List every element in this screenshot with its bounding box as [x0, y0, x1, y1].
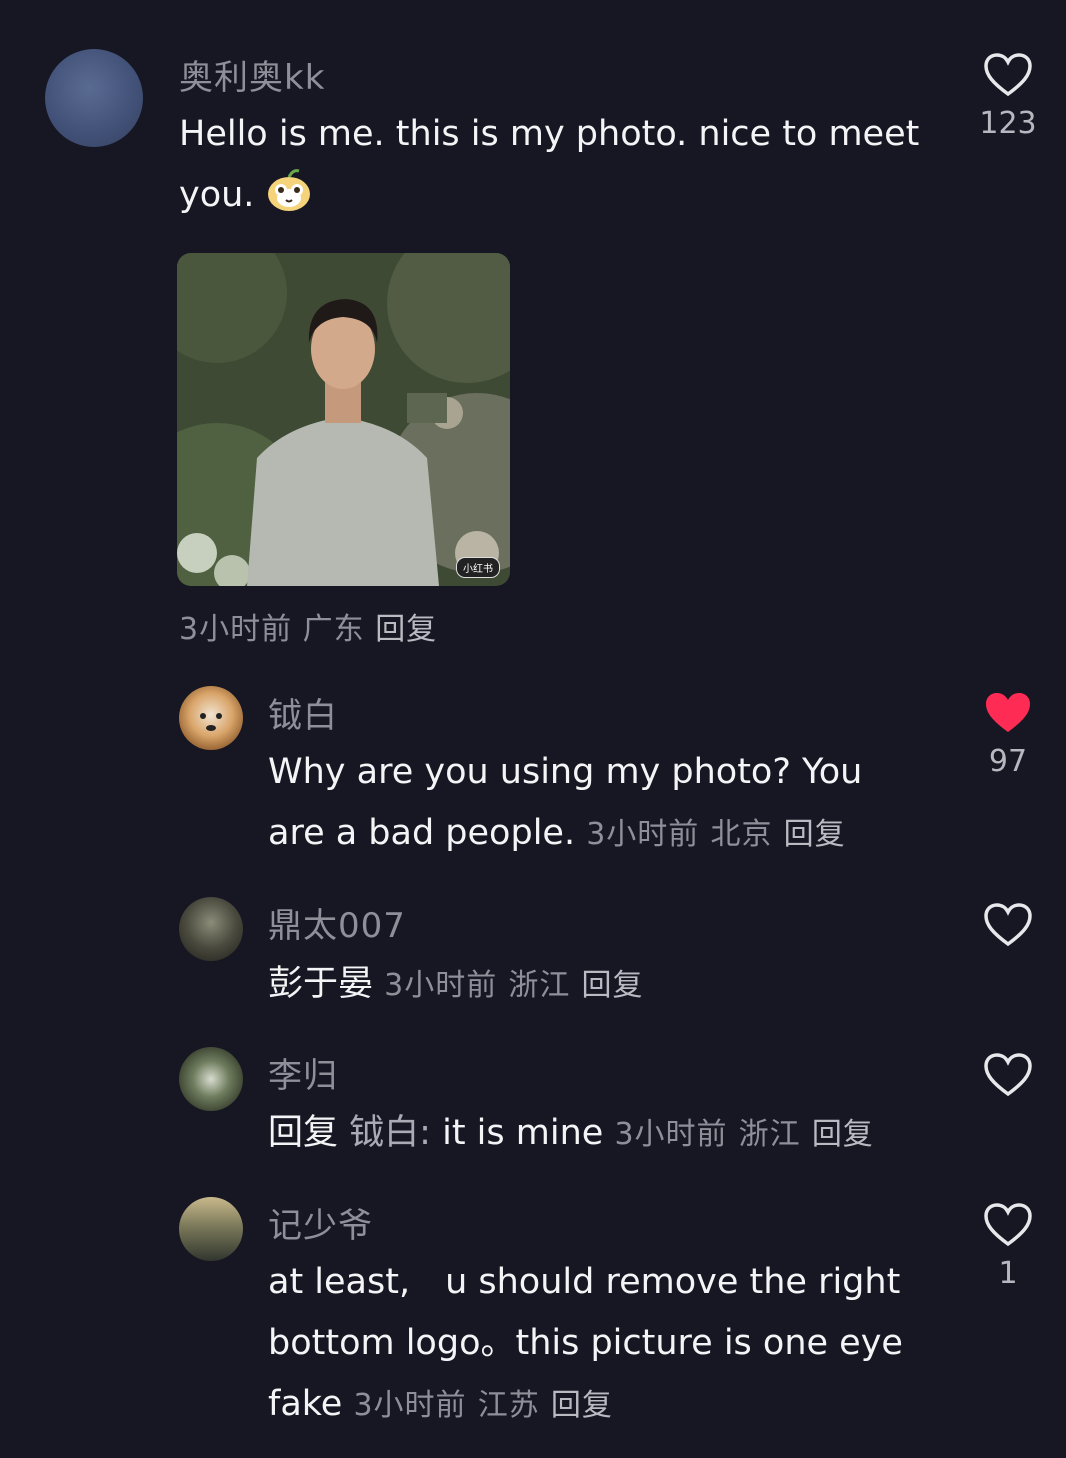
comment-text: 彭于晏 3小时前 浙江 回复	[268, 964, 644, 1004]
comment-location: 广东	[302, 612, 365, 647]
comment-time: 3小时前	[586, 817, 700, 852]
like-count: 123	[979, 106, 1037, 141]
heart-outline-icon	[984, 1203, 1032, 1247]
username[interactable]: 奥利奥kk	[179, 50, 325, 99]
dog-avatar-image	[200, 713, 222, 731]
comment-text: Why are you using my photo? You are a ba…	[268, 752, 863, 853]
username[interactable]: 记少爷	[268, 1198, 373, 1247]
reply-button[interactable]: 回复	[784, 817, 846, 852]
watermark-logo: 小红书	[456, 557, 500, 578]
user-avatar[interactable]	[179, 686, 243, 750]
like-count: 97	[988, 744, 1028, 779]
heart-outline-icon	[984, 53, 1032, 97]
like-button[interactable]: 97	[978, 690, 1038, 779]
reply-prefix: 回复	[268, 1113, 339, 1153]
comment-time: 3小时前	[353, 1388, 467, 1423]
user-avatar[interactable]	[179, 1197, 243, 1261]
reply-button[interactable]: 回复	[551, 1388, 613, 1423]
like-button[interactable]	[978, 1052, 1038, 1098]
comment-location: 浙江	[738, 1117, 801, 1152]
comment-text: Hello is me. this is my photo. nice to m…	[179, 114, 920, 215]
heart-outline-icon	[984, 903, 1032, 947]
moon-icon	[136, 136, 143, 146]
like-button[interactable]: 1	[978, 1202, 1038, 1291]
comment-location: 江苏	[477, 1388, 540, 1423]
comment-location: 浙江	[508, 968, 571, 1003]
username[interactable]: 鼎太007	[268, 898, 406, 947]
heart-filled-icon	[986, 693, 1030, 732]
like-button[interactable]: 123	[978, 52, 1038, 141]
reply-button[interactable]: 回复	[812, 1117, 874, 1152]
reply-button[interactable]: 回复	[582, 968, 644, 1003]
comment-location: 北京	[710, 817, 773, 852]
username[interactable]: 李归	[268, 1048, 338, 1097]
comment-text: 回复 钺白: it is mine 3小时前 浙江 回复	[268, 1113, 874, 1153]
emoji-icon	[267, 169, 310, 211]
user-avatar[interactable]	[45, 49, 143, 147]
comment-time: 3小时前	[179, 612, 293, 647]
photo-image	[177, 253, 510, 586]
comment-meta: 3小时前 广东 回复	[179, 604, 437, 648]
like-button[interactable]	[978, 902, 1038, 948]
heart-outline-icon	[984, 1053, 1032, 1097]
comment-time: 3小时前	[384, 968, 498, 1003]
username[interactable]: 钺白	[268, 688, 338, 737]
comment-time: 3小时前	[614, 1117, 728, 1152]
like-count: 1	[998, 1256, 1018, 1291]
comment-text: at least, u should remove the right bott…	[268, 1262, 903, 1424]
user-avatar[interactable]	[179, 1047, 243, 1111]
attached-photo[interactable]: 小红书	[177, 253, 510, 586]
reply-button[interactable]: 回复	[375, 612, 437, 647]
reply-target[interactable]: 钺白:	[349, 1113, 431, 1153]
user-avatar[interactable]	[179, 897, 243, 961]
